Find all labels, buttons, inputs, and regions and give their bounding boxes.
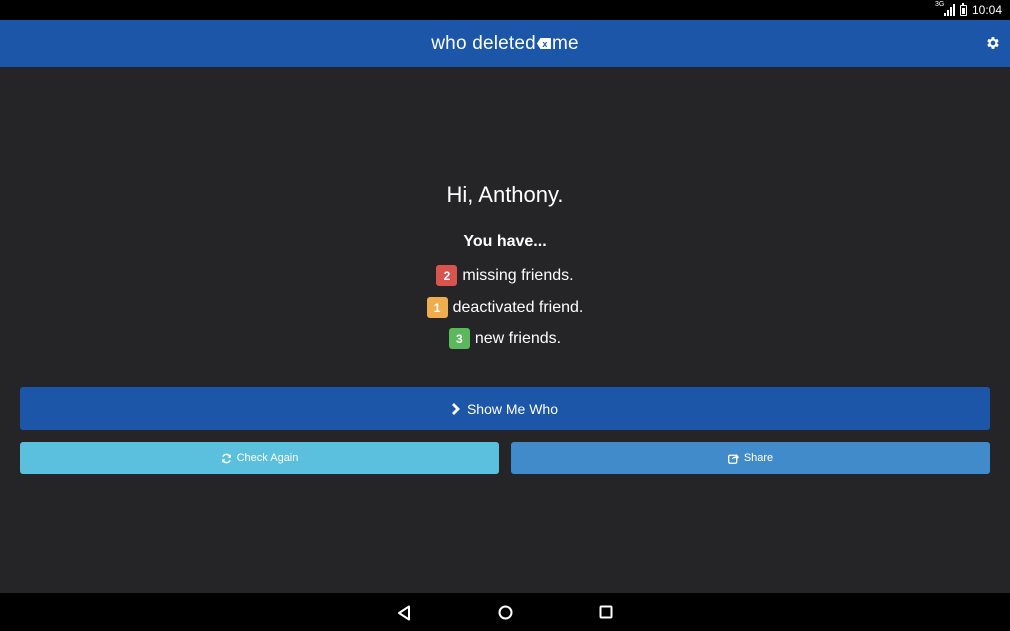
missing-friends-text: missing friends.	[462, 266, 574, 284]
recents-icon[interactable]	[599, 605, 613, 619]
deactivated-count-badge: 1	[426, 297, 448, 318]
deactivated-friend-text: deactivated friend.	[452, 298, 584, 316]
back-icon[interactable]	[397, 605, 411, 621]
missing-friends-row: 2 missing friends.	[0, 265, 1010, 286]
new-count-badge: 3	[448, 328, 470, 349]
logo-x-icon: x	[536, 38, 551, 49]
signal-icon: 3G	[935, 1, 955, 16]
share-icon	[727, 453, 739, 464]
status-bar: 3G 10:04	[0, 0, 1010, 20]
network-type: 3G	[934, 1, 945, 8]
app-logo: who deleted x me	[431, 33, 578, 55]
gear-icon[interactable]	[985, 35, 1001, 51]
logo-text-right: me	[551, 32, 579, 54]
home-icon[interactable]	[498, 605, 513, 620]
system-nav-bar	[0, 593, 1010, 631]
status-time: 10:04	[971, 3, 1002, 17]
app-bar: who deleted x me	[0, 20, 1010, 67]
share-button[interactable]: Share	[511, 442, 990, 474]
share-label: Share	[743, 452, 774, 464]
logo-text-left: who deleted	[431, 32, 536, 54]
refresh-icon	[221, 453, 231, 463]
you-have-label: You have...	[463, 233, 547, 250]
battery-icon	[959, 2, 967, 16]
check-again-button[interactable]: Check Again	[20, 442, 499, 474]
chevron-right-icon	[451, 402, 460, 415]
check-again-label: Check Again	[236, 452, 299, 464]
show-me-who-label: Show Me Who	[466, 400, 559, 417]
deactivated-friend-row: 1 deactivated friend.	[0, 297, 1010, 318]
new-friends-row: 3 new friends.	[0, 328, 1010, 349]
greeting-heading: Hi, Anthony.	[446, 182, 564, 207]
show-me-who-button[interactable]: Show Me Who	[20, 387, 990, 430]
new-friends-text: new friends.	[474, 329, 562, 347]
missing-count-badge: 2	[436, 265, 458, 286]
